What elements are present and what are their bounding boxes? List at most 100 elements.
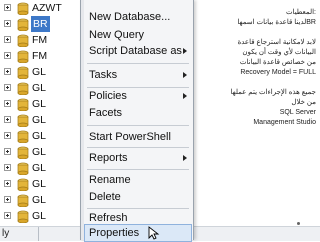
- menu-item-policies[interactable]: Policies: [84, 87, 192, 105]
- tree-node-label: GL: [32, 194, 47, 206]
- database-icon: [17, 98, 29, 111]
- context-menu: New Database... New Query Script Databas…: [80, 0, 194, 242]
- tree-node-database[interactable]: FM: [0, 32, 82, 48]
- status-text: ly: [2, 228, 10, 239]
- notes-line: لابد لامكانية استرجاع قاعدة: [237, 39, 316, 46]
- tree-node-label: FM: [32, 34, 48, 46]
- menu-item-facets[interactable]: Facets: [84, 104, 192, 122]
- menu-item-label: Script Database as: [89, 45, 182, 57]
- tree-node-label: FM: [32, 50, 48, 62]
- expand-icon[interactable]: [4, 116, 11, 123]
- tree-node-database-selected[interactable]: BR: [0, 16, 82, 32]
- tree-node-label: GL: [32, 178, 47, 190]
- tree-node-database[interactable]: GL: [0, 64, 82, 80]
- notes-line: البيانات لأي وقت أن يكون: [242, 49, 316, 56]
- object-explorer-tree: AZWT BR FM FM GL GL GL GL GL GL GL GL GL…: [0, 0, 82, 239]
- expand-icon[interactable]: [4, 212, 11, 219]
- tree-node-label: BR: [31, 16, 50, 32]
- tree-node-database[interactable]: GL: [0, 128, 82, 144]
- expand-icon[interactable]: [4, 164, 11, 171]
- notes-line: Management Studio: [253, 119, 316, 126]
- database-icon: [17, 178, 29, 191]
- menu-item-delete[interactable]: Delete: [84, 188, 192, 206]
- expand-icon[interactable]: [4, 84, 11, 91]
- tree-node-database[interactable]: GL: [0, 96, 82, 112]
- notes-line: BRلدينا قاعدة بيانات اسمها: [237, 19, 316, 26]
- tree-node-database[interactable]: GL: [0, 160, 82, 176]
- database-icon: [17, 34, 29, 47]
- tree-node-database[interactable]: AZWT: [0, 0, 82, 16]
- menu-separator: [87, 63, 189, 64]
- database-icon: [17, 18, 29, 31]
- menu-item-label: New Database...: [89, 11, 171, 23]
- menu-item-label: Facets: [89, 107, 123, 119]
- menu-item-label: Delete: [89, 191, 121, 203]
- menu-item-label: Policies: [89, 90, 127, 102]
- database-icon: [17, 114, 29, 127]
- notes-line: من خلال: [291, 99, 316, 106]
- expand-icon[interactable]: [4, 100, 11, 107]
- tree-node-database[interactable]: GL: [0, 176, 82, 192]
- expand-icon[interactable]: [4, 180, 11, 187]
- menu-item-rename[interactable]: Rename: [84, 171, 192, 189]
- menu-item-properties[interactable]: Properties: [84, 224, 192, 242]
- tree-node-database[interactable]: GL: [0, 192, 82, 208]
- menu-item-label: Start PowerShell: [89, 131, 171, 143]
- submenu-arrow-icon: [183, 48, 187, 54]
- submenu-arrow-icon: [183, 155, 187, 161]
- mouse-pointer-icon: [148, 226, 160, 240]
- menu-item-new-database[interactable]: New Database...: [84, 8, 192, 26]
- tree-node-label: GL: [32, 130, 47, 142]
- menu-item-start-powershell[interactable]: Start PowerShell: [84, 128, 192, 146]
- database-icon: [17, 210, 29, 223]
- tree-node-label: GL: [32, 66, 47, 78]
- notes-line: SQL Server: [279, 109, 316, 116]
- database-icon: [17, 162, 29, 175]
- tree-node-database[interactable]: GL: [0, 80, 82, 96]
- notes-heading: :المعطيات: [285, 9, 316, 16]
- tree-node-database[interactable]: GL: [0, 144, 82, 160]
- expand-icon[interactable]: [4, 20, 11, 27]
- menu-separator: [87, 147, 189, 148]
- submenu-arrow-icon: [183, 93, 187, 99]
- notes-text-block: :المعطيات BRلدينا قاعدة بيانات اسمها لاب…: [196, 0, 316, 200]
- submenu-arrow-icon: [183, 72, 187, 78]
- notes-line: من خصائص قاعدة البيانات: [239, 59, 316, 66]
- database-icon: [17, 50, 29, 63]
- menu-item-label: Rename: [89, 174, 131, 186]
- database-icon: [17, 2, 29, 15]
- database-icon: [17, 82, 29, 95]
- database-icon: [17, 146, 29, 159]
- notes-line: Recovery Model = FULL: [240, 69, 316, 76]
- menu-item-tasks[interactable]: Tasks: [84, 66, 192, 84]
- expand-icon[interactable]: [4, 196, 11, 203]
- expand-icon[interactable]: [4, 148, 11, 155]
- menu-item-label: Tasks: [89, 69, 118, 81]
- expand-icon[interactable]: [4, 36, 11, 43]
- tree-node-label: GL: [32, 98, 47, 110]
- expand-icon[interactable]: [4, 52, 11, 59]
- notes-line: جميع هذه الإجراءات يتم عملها: [230, 89, 316, 96]
- menu-separator: [87, 169, 189, 170]
- database-icon: [17, 66, 29, 79]
- tree-node-label: AZWT: [32, 2, 62, 14]
- slide-dot: [297, 222, 300, 225]
- tree-node-label: GL: [32, 162, 47, 174]
- tree-node-label: GL: [32, 114, 47, 126]
- tree-node-database[interactable]: GL: [0, 208, 82, 224]
- tree-node-label: GL: [32, 146, 47, 158]
- expand-icon[interactable]: [4, 68, 11, 75]
- menu-item-script-database-as[interactable]: Script Database as: [84, 42, 192, 60]
- expand-icon[interactable]: [4, 4, 11, 11]
- expand-icon[interactable]: [4, 132, 11, 139]
- tree-node-label: GL: [32, 82, 47, 94]
- tree-node-label: GL: [32, 210, 47, 222]
- tree-node-database[interactable]: FM: [0, 48, 82, 64]
- database-icon: [17, 130, 29, 143]
- status-divider: [38, 227, 39, 241]
- database-icon: [17, 194, 29, 207]
- menu-separator: [87, 125, 189, 126]
- tree-node-database[interactable]: GL: [0, 112, 82, 128]
- menu-item-reports[interactable]: Reports: [84, 149, 192, 167]
- menu-item-label: Properties: [89, 227, 140, 239]
